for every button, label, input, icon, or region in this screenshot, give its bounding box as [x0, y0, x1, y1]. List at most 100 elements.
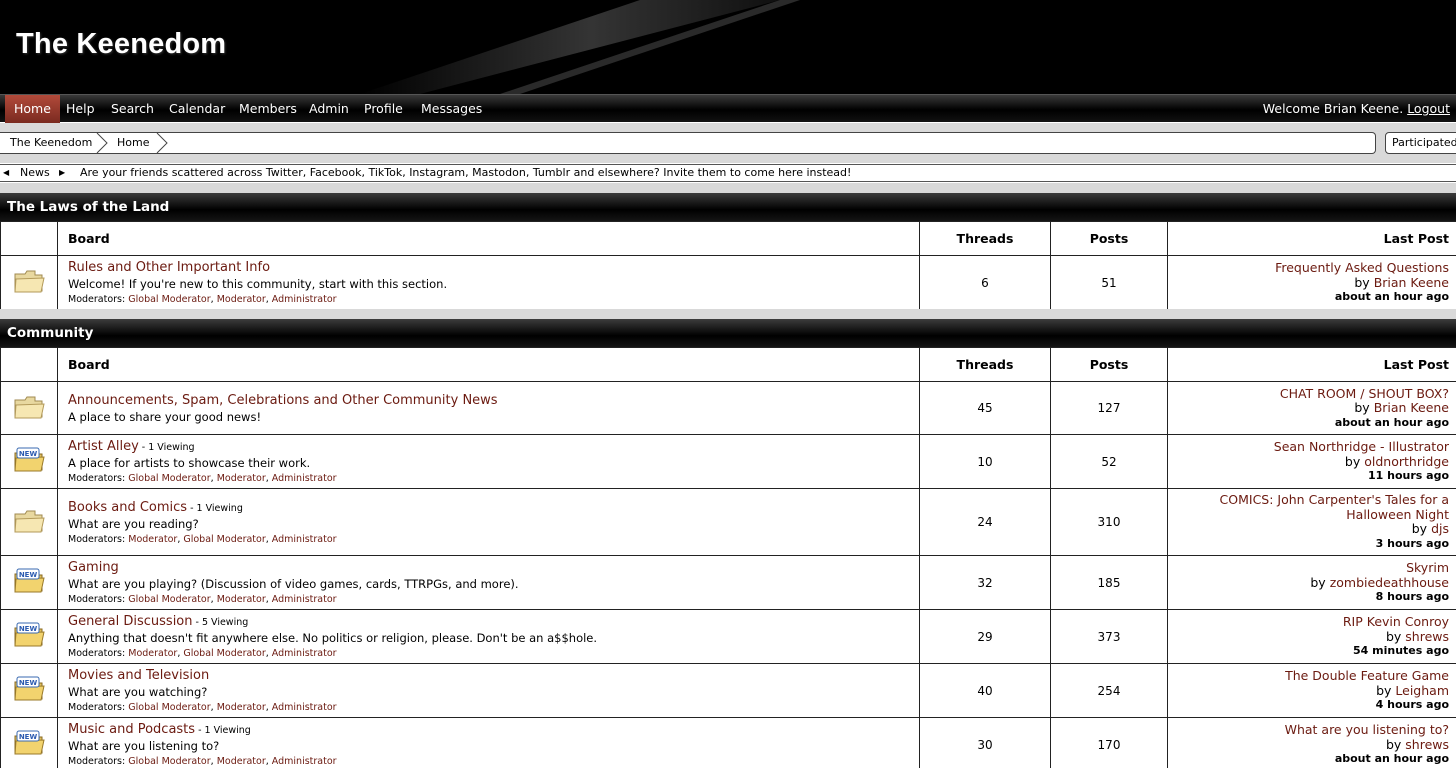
nav-members[interactable]: Members	[239, 95, 297, 123]
last-post-author[interactable]: zombiedeathhouse	[1330, 575, 1449, 590]
moderator-link[interactable]: Global Moderator	[128, 294, 210, 305]
breadcrumb-item-home-site[interactable]: The Keenedom	[10, 133, 92, 153]
last-post-title[interactable]: Skyrim	[1168, 560, 1449, 576]
nav-messages[interactable]: Messages	[421, 95, 482, 123]
board-title[interactable]: Rules and Other Important Info	[68, 260, 270, 275]
moderator-link[interactable]: Moderator	[217, 594, 266, 605]
moderator-link[interactable]: Moderator	[217, 473, 266, 484]
moderator-link[interactable]: Global Moderator	[128, 594, 210, 605]
last-post-by-prefix: by	[1344, 453, 1361, 469]
board-title[interactable]: Movies and Television	[68, 668, 209, 683]
post-count: 127	[1050, 381, 1168, 435]
nav-admin[interactable]: Admin	[309, 95, 349, 123]
welcome-text: Welcome Brian Keene.	[1262, 101, 1404, 116]
moderator-link[interactable]: Global Moderator	[183, 648, 265, 659]
folder-icon[interactable]	[13, 507, 45, 535]
news-next-icon[interactable]: ▶	[59, 165, 65, 181]
last-post-author[interactable]: djs	[1431, 521, 1449, 537]
last-post-title[interactable]: Frequently Asked Questions	[1168, 260, 1449, 276]
news-prev-icon[interactable]: ◀	[3, 165, 9, 181]
thread-count: 32	[919, 555, 1051, 610]
header-last-post: Last Post	[1167, 347, 1456, 382]
moderator-link[interactable]: Global Moderator	[128, 702, 210, 713]
moderator-link[interactable]: Administrator	[272, 756, 337, 767]
moderator-link[interactable]: Administrator	[272, 534, 337, 545]
last-post-author[interactable]: Brian Keene	[1374, 400, 1449, 415]
news-ticker: ◀ News ▶ Are your friends scattered acro…	[0, 164, 1456, 182]
board-title[interactable]: Gaming	[68, 560, 119, 575]
board-row: Announcements, Spam, Celebrations and Ot…	[0, 381, 1456, 435]
last-post-title-continued[interactable]: Halloween Night	[1168, 507, 1449, 523]
thread-count: 10	[919, 434, 1051, 489]
breadcrumb-item-home[interactable]: Home	[117, 133, 149, 153]
main-nav: Home Help Search Calendar Members Admin …	[0, 94, 1456, 123]
moderator-link[interactable]: Administrator	[272, 294, 337, 305]
folder-new-icon[interactable]: NEW	[13, 729, 45, 757]
nav-profile[interactable]: Profile	[364, 95, 403, 123]
header-board: Board	[57, 221, 920, 256]
board-title[interactable]: Announcements, Spam, Celebrations and Ot…	[68, 393, 498, 408]
board-moderators: Moderators: Moderator, Global Moderator,…	[68, 648, 337, 659]
moderators-label: Moderators:	[68, 756, 126, 767]
header-icon-col	[0, 347, 58, 382]
moderator-link[interactable]: Moderator	[217, 702, 266, 713]
last-post-title[interactable]: Sean Northridge - Illustrator	[1168, 439, 1449, 455]
board-title[interactable]: Books and Comics	[68, 500, 187, 515]
board-title[interactable]: General Discussion	[68, 614, 193, 629]
board-moderators: Moderators: Global Moderator, Moderator,…	[68, 756, 337, 767]
moderator-link[interactable]: Moderator	[217, 756, 266, 767]
last-post-title[interactable]: CHAT ROOM / SHOUT BOX?	[1168, 386, 1449, 402]
nav-search[interactable]: Search	[111, 95, 154, 123]
board-moderators: Moderators: Global Moderator, Moderator,…	[68, 702, 337, 713]
last-post-author[interactable]: shrews	[1405, 737, 1449, 752]
folder-new-icon[interactable]: NEW	[13, 567, 45, 595]
folder-new-icon[interactable]: NEW	[13, 621, 45, 649]
board-title[interactable]: Music and Podcasts	[68, 722, 195, 737]
last-post-by-prefix: by	[1376, 682, 1392, 698]
board-title[interactable]: Artist Alley	[68, 439, 139, 454]
post-count: 254	[1050, 663, 1168, 718]
moderator-link[interactable]: Global Moderator	[128, 756, 210, 767]
last-post-title[interactable]: What are you listening to?	[1168, 722, 1449, 738]
folder-new-icon[interactable]: NEW	[13, 675, 45, 703]
board-row: NEW Gaming What are you playing? (Discus…	[0, 555, 1456, 610]
nav-calendar[interactable]: Calendar	[169, 95, 225, 123]
moderator-link[interactable]: Administrator	[272, 702, 337, 713]
post-count: 51	[1050, 255, 1168, 310]
moderator-link[interactable]: Global Moderator	[128, 473, 210, 484]
moderator-link[interactable]: Global Moderator	[183, 534, 265, 545]
last-post-author[interactable]: shrews	[1405, 629, 1449, 644]
moderator-link[interactable]: Administrator	[272, 648, 337, 659]
last-post-title[interactable]: COMICS: John Carpenter's Tales for a	[1168, 493, 1449, 508]
folder-new-icon[interactable]: NEW	[13, 446, 45, 474]
news-text: Are your friends scattered across Twitte…	[80, 166, 852, 179]
last-post-author[interactable]: Brian Keene	[1374, 275, 1449, 290]
folder-icon[interactable]	[13, 393, 45, 421]
logout-link[interactable]: Logout	[1407, 101, 1450, 116]
last-post-author[interactable]: oldnorthridge	[1364, 454, 1449, 469]
nav-help[interactable]: Help	[66, 95, 95, 123]
moderator-link[interactable]: Moderator	[128, 534, 177, 545]
last-post-title[interactable]: The Double Feature Game	[1168, 668, 1449, 684]
header-posts: Posts	[1050, 347, 1168, 382]
svg-text:NEW: NEW	[19, 625, 38, 633]
moderator-link[interactable]: Administrator	[272, 594, 337, 605]
participated-button[interactable]: Participated	[1385, 132, 1456, 154]
site-title[interactable]: The Keenedom	[16, 28, 226, 61]
moderator-link[interactable]: Administrator	[272, 473, 337, 484]
moderator-link[interactable]: Moderator	[217, 294, 266, 305]
post-count: 170	[1050, 717, 1168, 768]
moderators-label: Moderators:	[68, 294, 126, 305]
nav-home[interactable]: Home	[5, 95, 60, 123]
board-row: NEW General Discussion - 5 Viewing Anyth…	[0, 609, 1456, 664]
last-post-author[interactable]: Leigham	[1395, 683, 1449, 698]
last-post-title[interactable]: RIP Kevin Conroy	[1168, 614, 1449, 630]
board-row: NEW Movies and Television What are you w…	[0, 663, 1456, 718]
last-post-time: about an hour ago	[1334, 752, 1449, 765]
category-header-laws[interactable]: The Laws of the Land	[0, 193, 1456, 221]
thread-count: 24	[919, 488, 1051, 556]
last-post-by-prefix: by	[1385, 628, 1402, 644]
category-header-community[interactable]: Community	[0, 319, 1456, 347]
moderator-link[interactable]: Moderator	[128, 648, 177, 659]
folder-icon[interactable]	[13, 267, 45, 295]
